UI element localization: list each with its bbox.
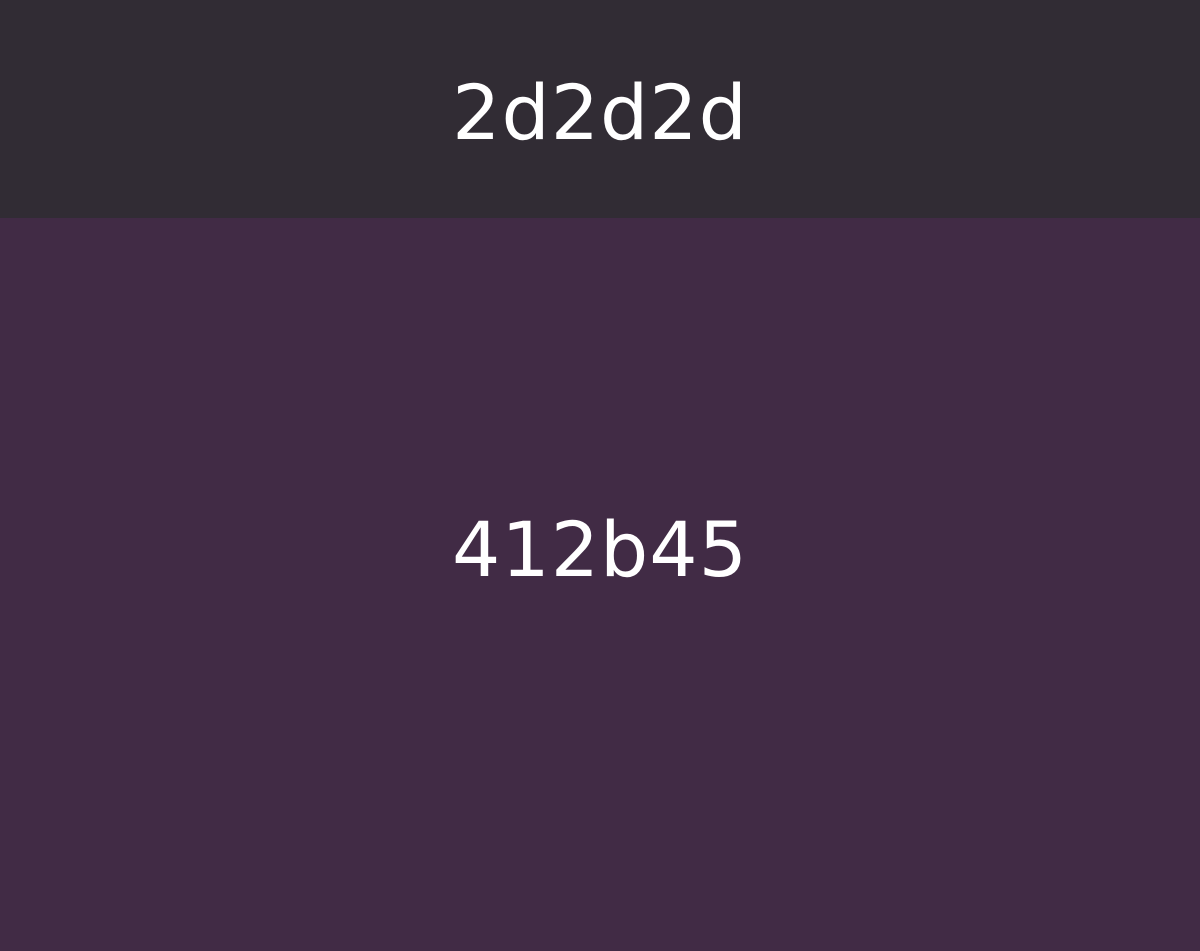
color-swatch-top: 2d2d2d xyxy=(0,0,1200,218)
color-swatch-bottom: 412b45 xyxy=(0,218,1200,951)
swatch-label-bottom: 412b45 xyxy=(451,504,748,594)
swatch-label-top: 2d2d2d xyxy=(452,68,748,157)
